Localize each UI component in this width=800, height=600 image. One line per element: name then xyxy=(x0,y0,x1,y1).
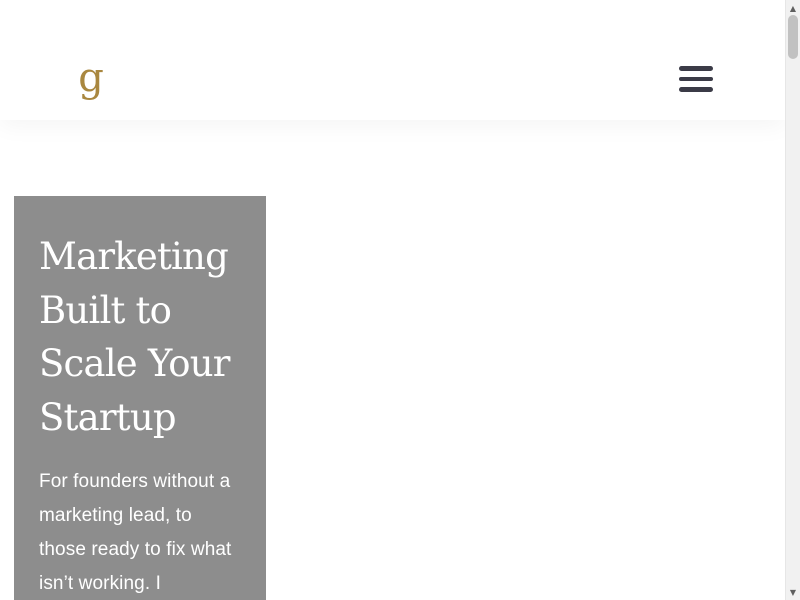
hamburger-menu-button[interactable] xyxy=(674,60,718,98)
menu-bar-icon xyxy=(679,66,713,71)
brand-logo-link[interactable]: g xyxy=(76,54,106,102)
scrollbar-thumb[interactable] xyxy=(788,15,798,59)
menu-bar-icon xyxy=(679,87,713,92)
menu-bar-icon xyxy=(679,76,713,82)
scroll-up-arrow-icon[interactable]: ▲ xyxy=(786,0,800,16)
hero-card: Marketing Built to Scale Your Startup Fo… xyxy=(14,196,266,600)
scroll-down-arrow-icon[interactable]: ▼ xyxy=(786,584,800,600)
site-header: g xyxy=(0,0,785,120)
hero-title: Marketing Built to Scale Your Startup xyxy=(39,235,230,439)
page-scrollbar[interactable]: ▲ ▼ xyxy=(785,0,800,600)
hero-description: For founders without a marketing lead, t… xyxy=(39,471,232,594)
website-viewport: g Marketing Built to Scale Your Startup … xyxy=(0,0,785,600)
brand-logo: g xyxy=(78,55,104,101)
